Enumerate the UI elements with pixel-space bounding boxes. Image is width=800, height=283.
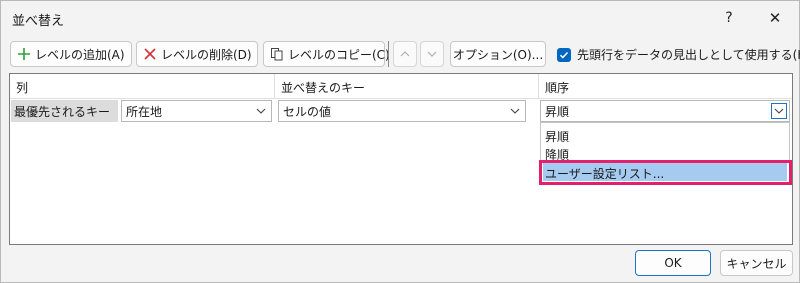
cancel-label: キャンセル xyxy=(726,256,787,271)
copy-level-label: レベルのコピー(C) xyxy=(288,47,390,62)
sort-on-select-value: セルの値 xyxy=(283,104,332,119)
arrow-up-icon xyxy=(400,49,410,60)
header-divider xyxy=(10,98,792,99)
header-row-checkbox-label: 先頭行をデータの見出しとして使用する(H) xyxy=(577,48,800,62)
column-header-column: 列 xyxy=(10,74,275,98)
options-label: オプション(O)... xyxy=(452,47,544,62)
sort-on-select[interactable]: セルの値 xyxy=(278,100,526,122)
chevron-down-icon[interactable] xyxy=(771,103,787,119)
sort-dialog: 並べ替え ? ✕ レベルの追加(A) レベルの削除(D) レベルのコピー(C) xyxy=(0,0,800,283)
add-level-button[interactable]: レベルの追加(A) xyxy=(10,41,132,67)
close-icon: ✕ xyxy=(768,9,782,27)
sort-level-label[interactable]: 最優先されるキー xyxy=(11,100,118,122)
column-select-value: 所在地 xyxy=(126,104,163,119)
order-select[interactable]: 昇順 xyxy=(540,100,790,122)
title-bar: 並べ替え ? ✕ xyxy=(1,1,799,35)
cancel-button[interactable]: キャンセル xyxy=(720,250,793,276)
x-icon xyxy=(143,47,157,61)
dialog-title: 並べ替え xyxy=(12,14,65,29)
options-button[interactable]: オプション(O)... xyxy=(450,41,546,67)
order-option-ascending[interactable]: 昇順 xyxy=(543,126,787,144)
chevron-down-icon[interactable] xyxy=(508,104,522,118)
copy-level-button[interactable]: レベルのコピー(C) xyxy=(263,41,390,67)
column-header-sort-on: 並べ替えのキー xyxy=(275,74,539,98)
order-select-value: 昇順 xyxy=(545,104,570,119)
toolbar-separator xyxy=(388,41,389,67)
column-header-order: 順序 xyxy=(545,81,570,95)
column-select[interactable]: 所在地 xyxy=(121,100,272,122)
arrow-down-icon xyxy=(427,49,437,60)
plus-icon xyxy=(17,47,31,61)
delete-level-button[interactable]: レベルの削除(D) xyxy=(136,41,258,67)
move-up-button[interactable] xyxy=(393,41,417,67)
ok-button[interactable]: OK xyxy=(635,250,711,276)
copy-icon xyxy=(270,47,284,61)
ok-label: OK xyxy=(664,256,682,270)
move-down-button[interactable] xyxy=(420,41,444,67)
header-row-checkbox-group[interactable]: 先頭行をデータの見出しとして使用する(H) xyxy=(557,46,800,63)
help-button[interactable]: ? xyxy=(706,1,752,35)
sort-levels-grid: 列 並べ替えのキー 順序 最優先されるキー 所在地 セルの値 昇順 昇順 降順 xyxy=(9,73,793,245)
help-icon: ? xyxy=(725,10,733,26)
checkmark-icon xyxy=(559,51,569,59)
header-row-checkbox[interactable] xyxy=(557,47,571,62)
chevron-down-icon[interactable] xyxy=(254,104,268,118)
add-level-label: レベルの追加(A) xyxy=(35,47,125,62)
delete-level-label: レベルの削除(D) xyxy=(161,47,252,62)
annotation-highlight-box xyxy=(539,160,792,185)
close-button[interactable]: ✕ xyxy=(752,1,798,35)
